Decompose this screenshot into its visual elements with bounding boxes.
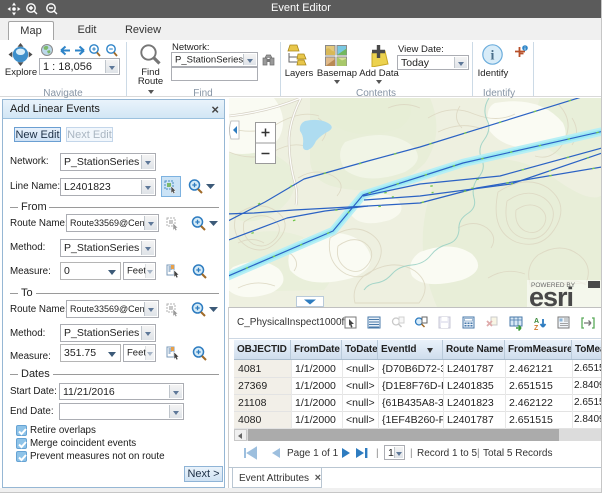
svg-text:A: A: [534, 318, 539, 325]
svg-text:i: i: [491, 49, 495, 64]
svg-text:esri: esri: [529, 282, 573, 307]
svg-text:Z: Z: [534, 325, 539, 331]
svg-text:i: i: [524, 46, 525, 51]
